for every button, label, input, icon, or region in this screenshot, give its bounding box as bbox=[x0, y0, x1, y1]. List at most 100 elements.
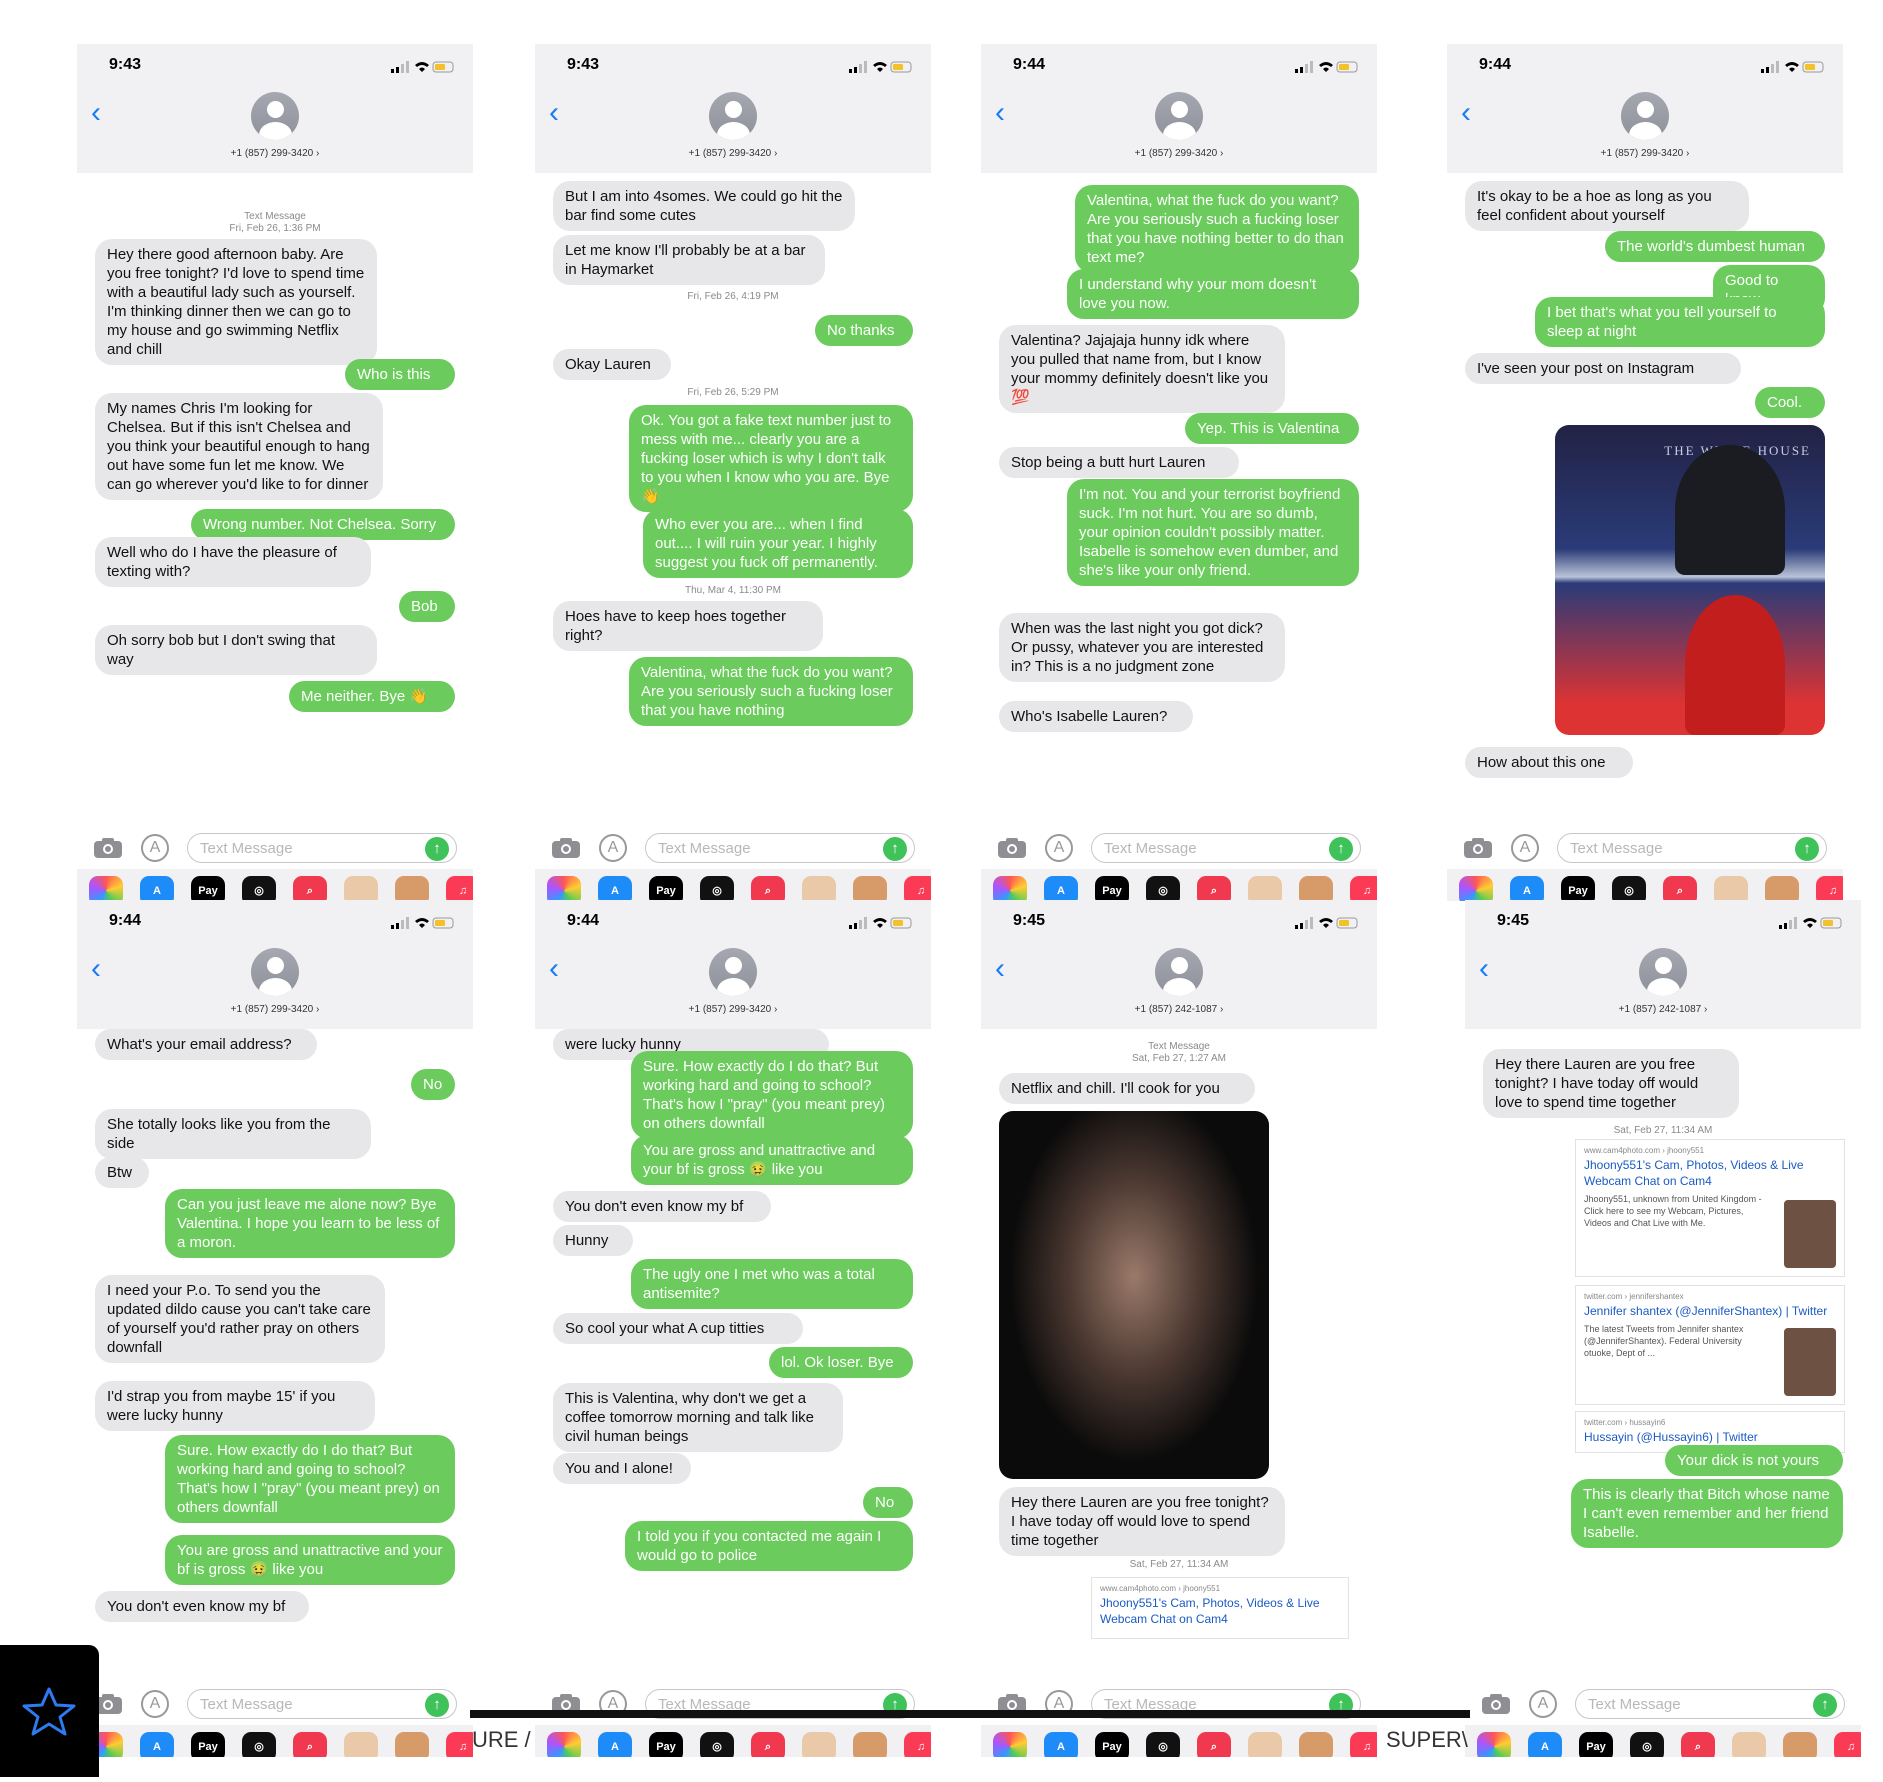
outgoing-message-bubble[interactable]: Sure. How exactly do I do that? But work… bbox=[631, 1051, 913, 1139]
message-list[interactable]: Text Message Sat, Feb 27, 1:27 AM Netflix … bbox=[981, 1029, 1377, 1681]
contact-phone-number[interactable]: +1 (857) 299-3420 › bbox=[77, 148, 473, 159]
activity-icon[interactable]: ◎ bbox=[1146, 1732, 1180, 1757]
outgoing-message-bubble[interactable]: No thanks bbox=[815, 315, 913, 346]
camera-icon[interactable] bbox=[997, 837, 1027, 859]
contact-phone-number[interactable]: +1 (857) 299-3420 › bbox=[535, 148, 931, 159]
message-list[interactable]: were lucky hunny Sure. How exactly do I d… bbox=[535, 1029, 931, 1681]
incoming-message-bubble[interactable]: You don't even know my bf bbox=[553, 1191, 771, 1222]
outgoing-message-bubble[interactable]: lol. Ok loser. Bye bbox=[769, 1347, 913, 1378]
incoming-message-bubble[interactable]: But I am into 4somes. We could go hit th… bbox=[553, 181, 855, 231]
incoming-message-bubble[interactable]: How about this one bbox=[1465, 747, 1633, 778]
app-store-button-icon[interactable]: A bbox=[1529, 1690, 1557, 1718]
send-arrow-icon[interactable]: ↑ bbox=[425, 837, 449, 861]
message-input[interactable]: Text Message bbox=[187, 1689, 457, 1719]
message-input[interactable]: Text Message bbox=[187, 833, 457, 863]
message-list[interactable]: Hey there Lauren are you free tonight? I… bbox=[1465, 1029, 1861, 1681]
memoji-icon[interactable] bbox=[802, 1732, 836, 1757]
memoji-icon[interactable] bbox=[1714, 876, 1748, 901]
photos-app-icon[interactable] bbox=[547, 1732, 581, 1757]
contact-avatar[interactable] bbox=[1639, 948, 1687, 996]
music-app-icon[interactable]: ♫ bbox=[446, 1732, 473, 1757]
outgoing-message-bubble[interactable]: You are gross and unattractive and your … bbox=[165, 1535, 455, 1585]
link-title[interactable]: Jhoony551's Cam, Photos, Videos & Live W… bbox=[1100, 1595, 1340, 1627]
apple-pay-icon[interactable]: Pay bbox=[1095, 876, 1129, 901]
outgoing-message-bubble[interactable]: Your dick is not yours bbox=[1665, 1445, 1843, 1476]
memoji-2-icon[interactable] bbox=[395, 876, 429, 901]
outgoing-message-bubble[interactable]: Yep. This is Valentina bbox=[1185, 413, 1359, 444]
outgoing-message-bubble[interactable]: Who is this bbox=[345, 359, 455, 390]
search-images-icon[interactable]: ⌕ bbox=[293, 876, 327, 901]
outgoing-message-bubble[interactable]: I'm not. You and your terrorist boyfrien… bbox=[1067, 479, 1359, 586]
contact-avatar[interactable] bbox=[709, 92, 757, 140]
outgoing-message-bubble[interactable]: No bbox=[863, 1487, 913, 1518]
memoji-2-icon[interactable] bbox=[1299, 1732, 1333, 1757]
camera-icon[interactable] bbox=[1463, 837, 1493, 859]
contact-avatar[interactable] bbox=[251, 92, 299, 140]
outgoing-message-bubble[interactable]: Cool. bbox=[1755, 387, 1825, 418]
incoming-message-bubble[interactable]: It's okay to be a hoe as long as you fee… bbox=[1465, 181, 1749, 231]
incoming-message-bubble[interactable]: This is Valentina, why don't we get a co… bbox=[553, 1383, 843, 1452]
outgoing-message-bubble[interactable]: Valentina, what the fuck do you want? Ar… bbox=[1075, 185, 1359, 273]
search-images-icon[interactable]: ⌕ bbox=[1681, 1732, 1715, 1757]
photos-app-icon[interactable] bbox=[993, 876, 1027, 901]
incoming-message-bubble[interactable]: Oh sorry bob but I don't swing that way bbox=[95, 625, 377, 675]
music-app-icon[interactable]: ♫ bbox=[1816, 876, 1843, 901]
contact-phone-number[interactable]: +1 (857) 299-3420 › bbox=[1447, 148, 1843, 159]
memoji-2-icon[interactable] bbox=[1765, 876, 1799, 901]
outgoing-message-bubble[interactable]: Valentina, what the fuck do you want? Ar… bbox=[629, 657, 913, 726]
camera-icon[interactable] bbox=[93, 837, 123, 859]
memoji-icon[interactable] bbox=[802, 876, 836, 901]
send-arrow-icon[interactable]: ↑ bbox=[425, 1693, 449, 1717]
incoming-message-bubble[interactable]: Stop being a butt hurt Lauren bbox=[999, 447, 1239, 478]
apple-pay-icon[interactable]: Pay bbox=[1579, 1732, 1613, 1757]
outgoing-message-bubble[interactable]: Bob bbox=[399, 591, 455, 622]
apple-pay-icon[interactable]: Pay bbox=[191, 876, 225, 901]
app-store-icon[interactable]: A bbox=[598, 1732, 632, 1757]
apple-pay-icon[interactable]: Pay bbox=[1095, 1732, 1129, 1757]
incoming-message-bubble[interactable]: Valentina? Jajajaja hunny idk where you … bbox=[999, 325, 1285, 413]
music-app-icon[interactable]: ♫ bbox=[904, 1732, 931, 1757]
incoming-message-bubble[interactable]: Btw bbox=[95, 1157, 149, 1188]
memoji-2-icon[interactable] bbox=[1783, 1732, 1817, 1757]
photos-app-icon[interactable] bbox=[993, 1732, 1027, 1757]
link-preview-card[interactable]: www.cam4photo.com › jhoony551 Jhoony551's… bbox=[1575, 1139, 1845, 1277]
camera-icon[interactable] bbox=[1481, 1693, 1511, 1715]
memoji-icon[interactable] bbox=[344, 876, 378, 901]
message-image[interactable] bbox=[999, 1111, 1269, 1479]
app-store-icon[interactable]: A bbox=[1528, 1732, 1562, 1757]
incoming-message-bubble[interactable]: Who's Isabelle Lauren? bbox=[999, 701, 1193, 732]
message-list[interactable]: Valentina, what the fuck do you want? Ar… bbox=[981, 173, 1377, 825]
contact-phone-number[interactable]: +1 (857) 299-3420 › bbox=[535, 1004, 931, 1015]
send-arrow-icon[interactable]: ↑ bbox=[1795, 837, 1819, 861]
outgoing-message-bubble[interactable]: This is clearly that Bitch whose name I … bbox=[1571, 1479, 1843, 1548]
message-input[interactable]: Text Message bbox=[1575, 1689, 1845, 1719]
message-input[interactable]: Text Message bbox=[1557, 833, 1827, 863]
app-store-button-icon[interactable]: A bbox=[141, 1690, 169, 1718]
music-app-icon[interactable]: ♫ bbox=[904, 876, 931, 901]
outgoing-message-bubble[interactable]: I bet that's what you tell yourself to s… bbox=[1535, 297, 1825, 347]
activity-icon[interactable]: ◎ bbox=[1630, 1732, 1664, 1757]
send-arrow-icon[interactable]: ↑ bbox=[883, 837, 907, 861]
incoming-message-bubble[interactable]: Let me know I'll probably be at a bar in… bbox=[553, 235, 825, 285]
send-arrow-icon[interactable]: ↑ bbox=[1813, 1693, 1837, 1717]
outgoing-message-bubble[interactable]: I told you if you contacted me again I w… bbox=[625, 1521, 913, 1571]
outgoing-message-bubble[interactable]: Me neither. Bye 👋 bbox=[289, 681, 455, 712]
message-input[interactable]: Text Message bbox=[645, 833, 915, 863]
back-chevron-icon[interactable]: ‹ bbox=[1461, 98, 1471, 128]
link-title[interactable]: Hussayin (@Hussayin6) | Twitter bbox=[1584, 1429, 1836, 1445]
incoming-message-bubble[interactable]: My names Chris I'm looking for Chelsea. … bbox=[95, 393, 383, 500]
contact-avatar[interactable] bbox=[1621, 92, 1669, 140]
memoji-2-icon[interactable] bbox=[853, 876, 887, 901]
music-app-icon[interactable]: ♫ bbox=[1834, 1732, 1861, 1757]
contact-avatar[interactable] bbox=[1155, 948, 1203, 996]
apple-pay-icon[interactable]: Pay bbox=[649, 1732, 683, 1757]
message-list[interactable]: Text Message Fri, Feb 26, 1:36 PM Hey ther… bbox=[77, 173, 473, 825]
back-chevron-icon[interactable]: ‹ bbox=[995, 98, 1005, 128]
contact-avatar[interactable] bbox=[251, 948, 299, 996]
back-chevron-icon[interactable]: ‹ bbox=[549, 954, 559, 984]
music-app-icon[interactable]: ♫ bbox=[446, 876, 473, 901]
search-images-icon[interactable]: ⌕ bbox=[293, 1732, 327, 1757]
outgoing-message-bubble[interactable]: No bbox=[411, 1069, 455, 1100]
app-store-icon[interactable]: A bbox=[1510, 876, 1544, 901]
incoming-message-bubble[interactable]: You and I alone! bbox=[553, 1453, 691, 1484]
